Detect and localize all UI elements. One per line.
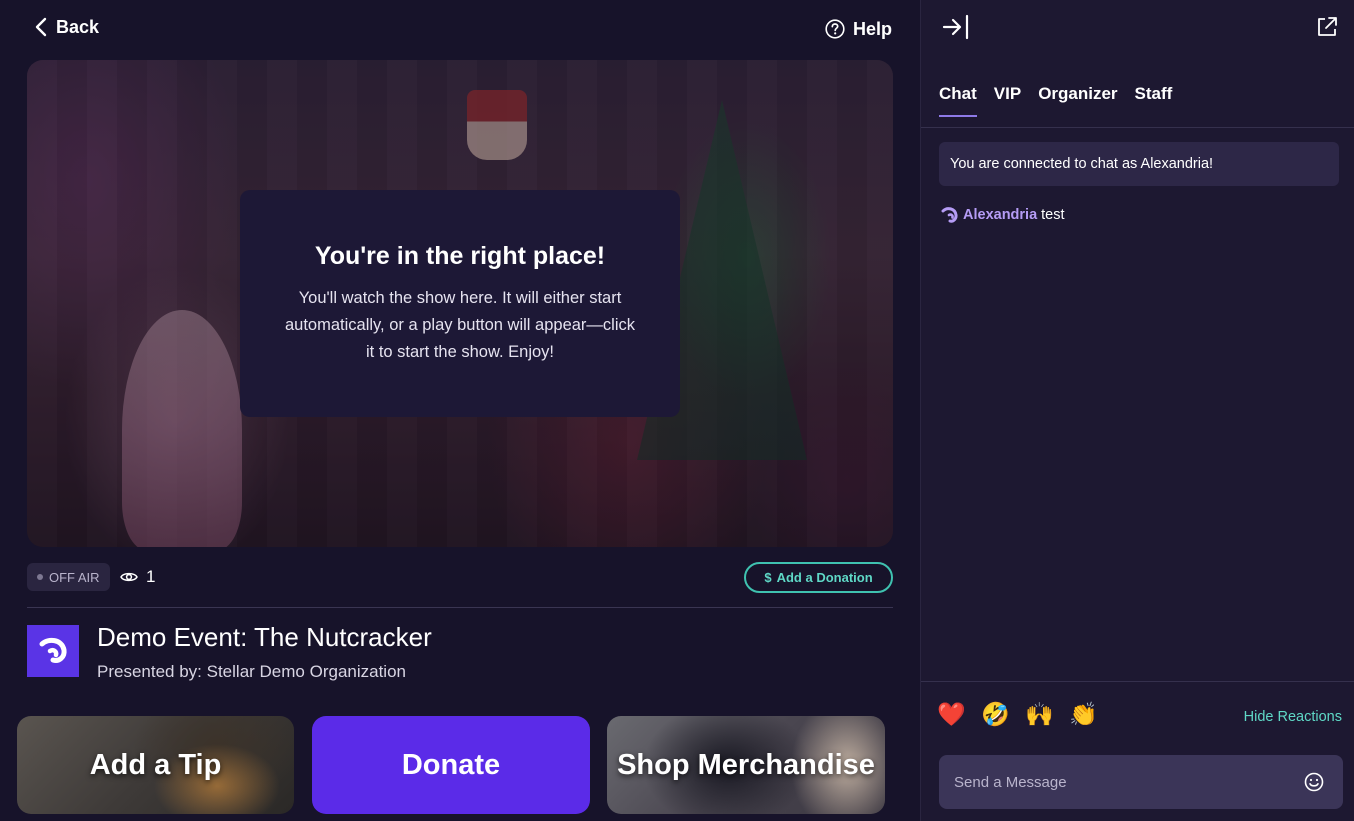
viewer-count-value: 1: [146, 567, 156, 586]
live-status-badge: OFF AIR: [27, 563, 110, 591]
shop-merchandise-label: Shop Merchandise: [617, 748, 875, 781]
collapse-panel-icon[interactable]: [941, 14, 971, 40]
heart-reaction-icon[interactable]: ❤️: [937, 702, 966, 728]
video-info-card: You're in the right place! You'll watch …: [240, 190, 680, 417]
help-button[interactable]: Help: [825, 16, 892, 42]
hide-reactions-link[interactable]: Hide Reactions: [1244, 709, 1342, 725]
clapping-reaction-icon[interactable]: 👏: [1069, 702, 1098, 728]
emoji-icon[interactable]: [1303, 771, 1325, 793]
chevron-left-icon: [35, 17, 47, 37]
tab-staff[interactable]: Staff: [1135, 84, 1173, 117]
donate-label: Donate: [401, 748, 501, 781]
help-label: Help: [852, 18, 892, 39]
organization-logo: [27, 625, 79, 677]
divider: [27, 607, 893, 608]
live-status-label: OFF AIR: [49, 569, 100, 585]
viewer-count: 1: [120, 566, 155, 588]
chat-username[interactable]: Alexandria: [963, 207, 1037, 223]
dollar-icon: $: [764, 570, 772, 585]
raised-hands-reaction-icon[interactable]: 🙌: [1025, 702, 1054, 728]
add-tip-button[interactable]: Add a Tip: [17, 716, 294, 814]
video-info-title: You're in the right place!: [314, 241, 606, 270]
main-area: Back Help You're in the right place! You…: [0, 0, 920, 821]
stream-status-row: OFF AIR 1 $ Add a Donation: [27, 562, 893, 593]
help-icon: [825, 19, 845, 39]
chat-message-text: test: [1041, 207, 1065, 223]
add-donation-button[interactable]: $ Add a Donation: [744, 562, 893, 593]
reactions-divider: [921, 681, 1354, 682]
message-input-box: [939, 755, 1343, 809]
chat-tabs: Chat VIP Organizer Staff: [939, 84, 1172, 117]
user-badge-icon: [941, 207, 958, 223]
system-message-text: You are connected to chat as Alexandria!: [950, 156, 1214, 172]
system-message: You are connected to chat as Alexandria!: [939, 142, 1339, 186]
event-presenter: Presented by: Stellar Demo Organization: [97, 662, 406, 681]
chat-panel: Chat VIP Organizer Staff You are connect…: [920, 0, 1354, 821]
tab-organizer[interactable]: Organizer: [1038, 84, 1117, 117]
laughing-reaction-icon[interactable]: 🤣: [981, 702, 1010, 728]
event-title: Demo Event: The Nutcracker: [97, 622, 432, 652]
tab-vip[interactable]: VIP: [994, 84, 1021, 117]
back-button[interactable]: Back: [34, 14, 99, 40]
message-input[interactable]: [939, 755, 1303, 809]
video-player[interactable]: You're in the right place! You'll watch …: [27, 60, 893, 547]
eye-icon: [120, 572, 138, 582]
donate-button[interactable]: Donate: [312, 716, 590, 814]
add-donation-label: Add a Donation: [776, 570, 873, 585]
tab-chat[interactable]: Chat: [939, 84, 977, 117]
reaction-bar: ❤️ 🤣 🙌 👏: [937, 702, 1098, 728]
popout-icon[interactable]: [1316, 16, 1338, 38]
back-label: Back: [56, 16, 100, 37]
tabs-divider: [921, 127, 1354, 128]
add-tip-label: Add a Tip: [89, 748, 222, 781]
chat-message: Alexandria test: [941, 205, 1065, 225]
status-dot-icon: [37, 574, 43, 580]
stellar-logo-icon: [39, 637, 67, 663]
video-info-text: You'll watch the show here. It will eith…: [284, 288, 636, 361]
shop-merchandise-button[interactable]: Shop Merchandise: [607, 716, 885, 814]
